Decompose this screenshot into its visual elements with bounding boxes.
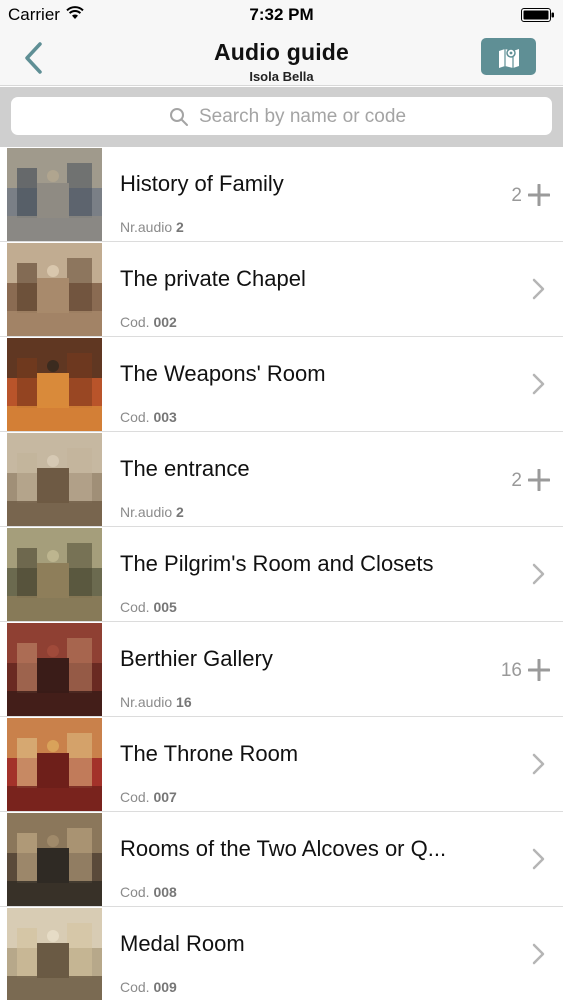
item-meta-value: 003	[153, 409, 177, 425]
status-time: 7:32 PM	[249, 5, 314, 24]
list-item[interactable]: Berthier Gallery Nr.audio 16 16	[0, 622, 563, 717]
item-meta-value: 005	[153, 599, 177, 615]
item-meta-label: Nr.audio	[120, 694, 177, 710]
audio-count: 2	[511, 470, 522, 491]
item-meta: Cod. 003	[120, 409, 177, 425]
item-meta-label: Cod.	[120, 884, 154, 900]
item-meta: Nr.audio 16	[120, 694, 192, 710]
item-title: The private Chapel	[120, 266, 306, 291]
item-title: Rooms of the Two Alcoves or Q...	[120, 836, 447, 861]
room-thumbnail	[7, 433, 102, 526]
item-title: The Pilgrim's Room and Closets	[120, 551, 434, 576]
search-icon	[170, 108, 188, 126]
navigation-bar: Audio guide Isola Bella	[0, 30, 563, 86]
battery-icon	[521, 8, 554, 22]
room-thumbnail	[7, 243, 102, 336]
plus-icon[interactable]	[528, 659, 550, 681]
search-placeholder: Search by name or code	[199, 106, 407, 127]
item-meta: Cod. 009	[120, 979, 177, 995]
item-meta: Cod. 008	[120, 884, 177, 900]
item-meta-value: 16	[176, 694, 192, 710]
list-item[interactable]: History of Family Nr.audio 22	[0, 147, 563, 242]
chevron-right-icon	[532, 848, 545, 870]
item-meta-value: 2	[176, 219, 184, 235]
search-input[interactable]: Search by name or code	[11, 97, 552, 135]
chevron-right-icon	[532, 373, 545, 395]
item-title: Medal Room	[120, 931, 245, 956]
item-meta-label: Cod.	[120, 979, 154, 995]
chevron-right-icon	[532, 753, 545, 775]
item-meta-label: Cod.	[120, 314, 154, 330]
item-meta-label: Nr.audio	[120, 504, 177, 520]
list-item[interactable]: The Pilgrim's Room and Closets Cod. 005	[0, 527, 563, 622]
item-meta-value: 008	[153, 884, 177, 900]
list-item[interactable]: The private Chapel Cod. 002	[0, 242, 563, 337]
audio-count: 16	[500, 660, 522, 681]
item-meta: Nr.audio 2	[120, 219, 184, 235]
item-meta-label: Cod.	[120, 599, 154, 615]
room-thumbnail	[7, 148, 102, 241]
list-item[interactable]: The Weapons' Room Cod. 003	[0, 337, 563, 432]
item-meta-label: Cod.	[120, 789, 154, 805]
room-thumbnail	[7, 908, 102, 1000]
item-meta-value: 007	[153, 789, 177, 805]
item-title: The Weapons' Room	[120, 361, 326, 386]
map-button[interactable]	[481, 38, 536, 75]
room-thumbnail	[7, 718, 102, 811]
plus-icon[interactable]	[528, 469, 550, 491]
status-bar: Carrier 7:32 PM	[0, 0, 563, 30]
room-thumbnail	[7, 528, 102, 621]
room-thumbnail	[7, 813, 102, 906]
item-title: The Throne Room	[120, 741, 299, 766]
item-title: Berthier Gallery	[120, 646, 273, 671]
item-meta-label: Cod.	[120, 409, 154, 425]
chevron-right-icon	[532, 278, 545, 300]
item-title: The entrance	[120, 456, 250, 481]
page-subtitle: Isola Bella	[249, 69, 314, 84]
list-item[interactable]: The Throne Room Cod. 007	[0, 717, 563, 812]
item-meta: Cod. 005	[120, 599, 177, 615]
item-meta-value: 002	[153, 314, 177, 330]
item-meta-value: 009	[153, 979, 177, 995]
chevron-right-icon	[532, 943, 545, 965]
item-title: History of Family	[120, 171, 284, 196]
list-item[interactable]: Medal Room Cod. 009	[0, 907, 563, 1000]
audio-count: 2	[511, 185, 522, 206]
search-bar: Search by name or code	[0, 87, 563, 147]
page-title: Audio guide	[213, 39, 350, 65]
item-meta: Cod. 007	[120, 789, 177, 805]
list-item[interactable]: The entrance Nr.audio 22	[0, 432, 563, 527]
plus-icon[interactable]	[528, 184, 550, 206]
list-item[interactable]: Rooms of the Two Alcoves or Q... Cod. 008	[0, 812, 563, 907]
item-meta-label: Nr.audio	[120, 219, 177, 235]
item-meta: Cod. 002	[120, 314, 177, 330]
room-thumbnail	[7, 623, 102, 716]
item-meta-value: 2	[176, 504, 184, 520]
chevron-right-icon	[532, 563, 545, 585]
room-thumbnail	[7, 338, 102, 431]
map-pin-icon	[499, 48, 519, 68]
item-meta: Nr.audio 2	[120, 504, 184, 520]
